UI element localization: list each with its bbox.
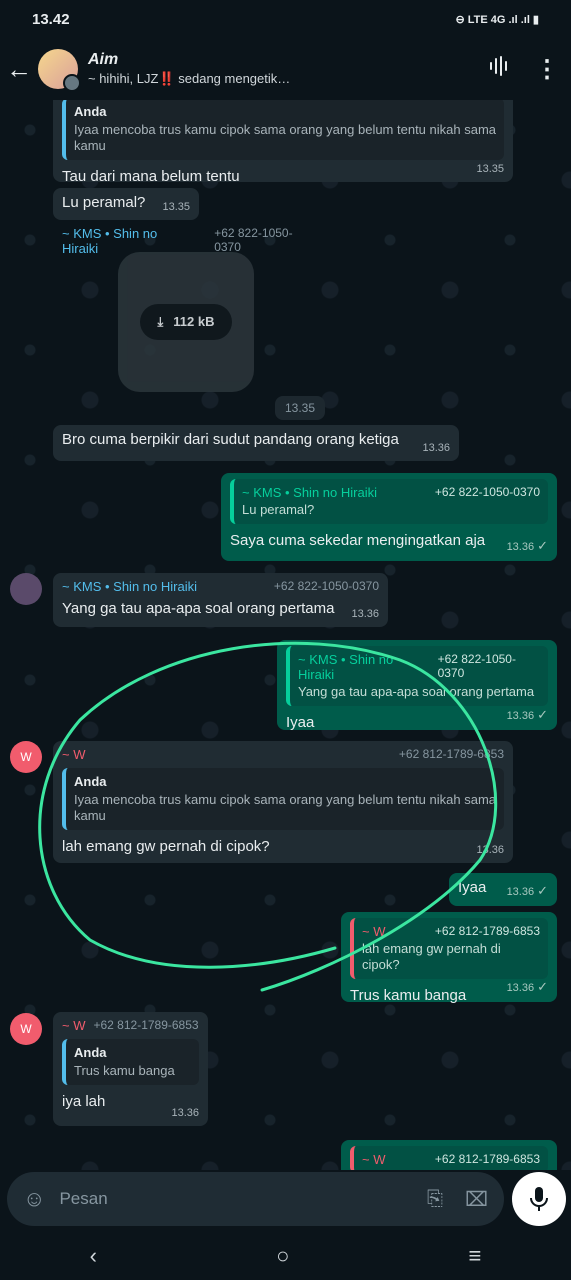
message-bubble[interactable]: ~ W +62 812-1789-6853 Anda Trus kamu ban… — [53, 1012, 208, 1126]
quote-author: Anda — [74, 1045, 107, 1060]
sender-name[interactable]: ~ W — [62, 1018, 85, 1033]
voice-chat-icon[interactable] — [475, 54, 523, 85]
group-avatar[interactable] — [38, 49, 81, 92]
menu-dots-icon[interactable]: ⋮ — [523, 55, 571, 84]
quoted-message[interactable]: ~ W +62 812-1789-6853 lah emang gw perna… — [350, 918, 548, 979]
message-text: Lu peramal? — [62, 194, 146, 211]
quote-phone: +62 822-1050-0370 — [437, 652, 516, 680]
message-text: Iyaa — [458, 879, 487, 896]
quoted-message[interactable]: ~ KMS • Shin no Hiraiki +62 822-1050-037… — [286, 646, 548, 706]
message-bubble[interactable]: Iyaa 13.36 ✓ — [449, 873, 557, 906]
message-time: 13.36 — [506, 710, 535, 722]
message-bubble[interactable]: Anda Iyaa mencoba trus kamu cipok sama o… — [53, 100, 513, 185]
download-icon[interactable]: ⤓ — [158, 314, 164, 330]
message-time: 13.36 — [506, 541, 535, 553]
sender-name[interactable]: ~ W — [62, 747, 85, 762]
chat-title: Aim — [88, 51, 119, 68]
quote-author: ~ KMS • Shin no Hiraiki — [298, 652, 394, 682]
quote-author: ~ W — [362, 1152, 386, 1167]
chat-area[interactable]: Anda Iyaa mencoba trus kamu cipok sama o… — [0, 100, 571, 1170]
quoted-message[interactable]: Anda Iyaa mencoba trus kamu cipok sama o… — [62, 768, 504, 830]
quote-phone: +62 812-1789-6853 — [434, 924, 540, 938]
message-text: Yang ga tau apa-apa soal orang pertama — [62, 600, 335, 617]
sender-avatar[interactable]: W — [10, 1013, 42, 1045]
quote-text: Lu peramal? — [242, 502, 315, 517]
message-time: 13.36 — [476, 844, 504, 856]
message-bubble[interactable]: ~ W +62 812-1789-6853 — [341, 1140, 557, 1170]
message-input-bar[interactable]: ☺ Pesan ⎘ ⌧ — [7, 1172, 504, 1226]
message-bubble[interactable]: ~ KMS • Shin no Hiraiki +62 822-1050-037… — [221, 473, 557, 561]
back-arrow-icon[interactable]: ← — [0, 54, 38, 85]
message-bubble[interactable]: ~ W +62 812-1789-6853 Anda Iyaa mencoba … — [53, 741, 513, 863]
quoted-message[interactable]: Anda Iyaa mencoba trus kamu cipok sama o… — [62, 100, 504, 160]
message-bubble[interactable]: Lu peramal? 13.35 — [53, 188, 199, 220]
quoted-message[interactable]: ~ KMS • Shin no Hiraiki +62 822-1050-037… — [230, 479, 548, 524]
message-bubble[interactable]: ~ KMS • Shin no Hiraiki +62 822-1050-037… — [277, 640, 557, 731]
sender-phone: +62 812-1789-6853 — [398, 747, 504, 761]
sender-phone: +62 812-1789-6853 — [93, 1018, 199, 1032]
android-nav-bar: ‹ ○ ≡ — [0, 1232, 571, 1280]
message-text: Saya cuma sekedar mengingatkan aja — [230, 532, 486, 549]
sender-phone: +62 822-1050-0370 — [273, 579, 379, 593]
file-size: 112 kB — [173, 314, 215, 329]
message-bubble[interactable]: ~ KMS • Shin no Hiraiki +62 822-1050-037… — [53, 573, 388, 627]
quote-phone: +62 812-1789-6853 — [434, 1152, 540, 1166]
quote-text: Iyaa mencoba trus kamu cipok sama orang … — [74, 792, 497, 823]
nav-recents-icon[interactable]: ≡ — [469, 1243, 482, 1269]
message-time: 13.36 — [351, 608, 379, 620]
sticker-icon[interactable]: ☺ — [23, 1186, 45, 1212]
message-text: Bro cuma berpikir dari sudut pandang ora… — [62, 431, 399, 448]
read-check-icon: ✓ — [537, 979, 548, 994]
message-text: Tau dari mana belum tentu — [62, 168, 240, 185]
attach-icon[interactable]: ⎘ — [427, 1188, 443, 1211]
quote-author: ~ W — [362, 924, 386, 939]
status-bar: 13.42 ⊖ LTE 4G .ıl .ıl ▮ — [0, 0, 571, 38]
read-check-icon: ✓ — [537, 538, 548, 553]
sender-header: ~ KMS • Shin no Hiraiki +62 822-1050-037… — [53, 222, 323, 256]
read-check-icon: ✓ — [537, 707, 548, 722]
mic-button[interactable] — [512, 1172, 566, 1226]
message-time: 13.36 — [506, 982, 535, 994]
message-time: 13.36 — [506, 886, 535, 898]
quote-phone: +62 822-1050-0370 — [434, 485, 540, 499]
sender-name[interactable]: ~ KMS • Shin no Hiraiki — [62, 579, 197, 594]
quoted-message[interactable]: Anda Trus kamu banga — [62, 1039, 199, 1085]
mic-icon — [530, 1187, 548, 1211]
quote-author: Anda — [74, 104, 107, 119]
chat-header: ← Aim ~ hihihi, LJZ‼️ sedang mengetik… ⋮ — [0, 38, 571, 100]
sender-avatar[interactable]: W — [10, 741, 42, 773]
message-time: 13.36 — [422, 442, 450, 454]
message-time: 13.35 — [162, 201, 190, 213]
message-time: 13.35 — [476, 163, 504, 175]
image-time: 13.35 — [275, 396, 326, 420]
message-input[interactable]: Pesan — [59, 1189, 426, 1209]
quoted-message[interactable]: ~ W +62 812-1789-6853 — [350, 1146, 548, 1170]
handdrawn-circle-annotation — [38, 641, 498, 992]
status-icons: ⊖ LTE 4G .ıl .ıl ▮ — [455, 13, 539, 26]
sender-avatar[interactable] — [10, 573, 42, 605]
quote-author: ~ KMS • Shin no Hiraiki — [242, 485, 377, 500]
header-info[interactable]: Aim ~ hihihi, LJZ‼️ sedang mengetik… — [88, 51, 475, 87]
quote-text: Trus kamu banga — [74, 1063, 175, 1078]
file-attachment[interactable]: ⤓ 112 kB — [118, 252, 254, 392]
quote-author: Anda — [74, 774, 107, 789]
camera-icon[interactable]: ⌧ — [465, 1187, 488, 1212]
message-bubble[interactable]: Bro cuma berpikir dari sudut pandang ora… — [53, 425, 459, 461]
typing-status: ~ hihihi, LJZ‼️ sedang mengetik… — [88, 71, 291, 86]
quote-text: Yang ga tau apa-apa soal orang pertama — [298, 684, 535, 699]
nav-home-icon[interactable]: ○ — [276, 1243, 289, 1269]
nav-back-icon[interactable]: ‹ — [90, 1243, 97, 1269]
message-bubble[interactable]: ~ W +62 812-1789-6853 lah emang gw perna… — [341, 912, 557, 1004]
status-time: 13.42 — [32, 10, 70, 28]
message-time: 13.36 — [171, 1107, 199, 1119]
read-check-icon: ✓ — [537, 883, 548, 898]
quote-text: lah emang gw pernah di cipok? — [362, 941, 501, 972]
quote-text: Iyaa mencoba trus kamu cipok sama orang … — [74, 122, 497, 153]
message-text: lah emang gw pernah di cipok? — [62, 838, 270, 855]
